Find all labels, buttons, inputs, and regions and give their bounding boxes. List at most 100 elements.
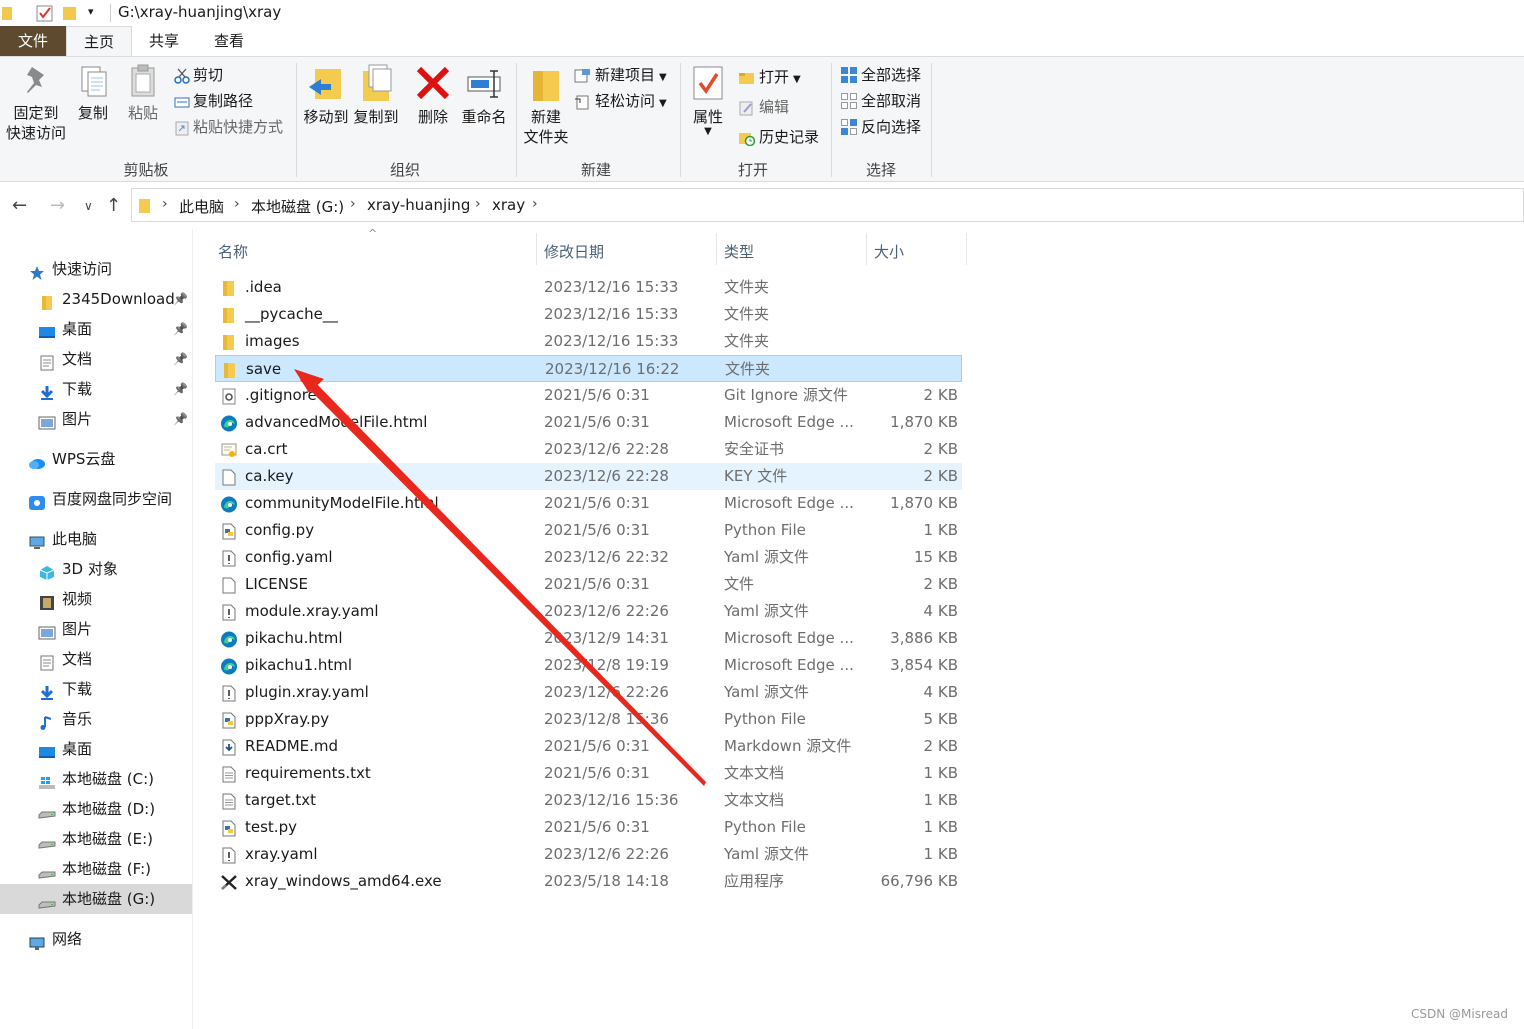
move-to-button[interactable]: 移动到 [302, 63, 350, 127]
easy-access-button[interactable]: 轻松访问 ▼ [574, 89, 667, 113]
nav-item[interactable]: 快速访问 [0, 254, 192, 284]
properties-button[interactable]: 属性 ▼ [686, 63, 730, 137]
nav-item[interactable]: 此电脑 [0, 524, 192, 554]
file-row[interactable]: target.txt 2023/12/16 15:36 文本文档 1 KB [215, 787, 962, 814]
nav-item[interactable]: 图片 📌 [0, 404, 192, 434]
column-resize-handle[interactable] [716, 233, 717, 265]
nav-item[interactable]: 百度网盘同步空间 [0, 484, 192, 514]
back-arrow-icon[interactable]: ← [12, 195, 27, 216]
tab-home[interactable]: 主页 [66, 26, 132, 56]
file-row[interactable]: plugin.xray.yaml 2023/12/6 22:26 Yaml 源文件 4… [215, 679, 962, 706]
nav-item[interactable]: 桌面 📌 [0, 314, 192, 344]
column-header-size[interactable]: 大小 [874, 241, 904, 262]
pin-icon[interactable]: 📌 [173, 344, 188, 374]
pin-icon[interactable]: 📌 [173, 374, 188, 404]
breadcrumb-separator-icon[interactable]: › [532, 196, 538, 212]
up-arrow-icon[interactable]: ↑ [106, 195, 121, 216]
copy-path-button[interactable]: 复制路径 [174, 89, 253, 113]
column-resize-handle[interactable] [536, 233, 537, 265]
file-row[interactable]: __pycache__ 2023/12/16 15:33 文件夹 [215, 301, 962, 328]
file-row[interactable]: ca.key 2023/12/6 22:28 KEY 文件 2 KB [215, 463, 962, 490]
nav-item[interactable]: 本地磁盘 (D:) [0, 794, 192, 824]
file-row[interactable]: module.xray.yaml 2023/12/6 22:26 Yaml 源文件 4… [215, 598, 962, 625]
file-row[interactable]: LICENSE 2021/5/6 0:31 文件 2 KB [215, 571, 962, 598]
breadcrumb-separator-icon[interactable]: › [234, 196, 240, 212]
breadcrumb-separator-icon[interactable]: › [350, 196, 356, 212]
cut-button[interactable]: 剪切 [174, 63, 223, 87]
nav-item[interactable]: 下载 [0, 674, 192, 704]
rename-button[interactable]: 重命名 [458, 63, 510, 127]
nav-item[interactable]: 图片 [0, 614, 192, 644]
breadcrumb-this-pc[interactable]: 此电脑 [179, 196, 224, 217]
nav-item[interactable]: 音乐 [0, 704, 192, 734]
file-row[interactable]: save 2023/12/16 16:22 文件夹 [215, 355, 962, 382]
copy-to-button[interactable]: 复制到 [352, 63, 400, 127]
select-all-button[interactable]: 全部选择 [840, 63, 921, 87]
file-row[interactable]: .idea 2023/12/16 15:33 文件夹 [215, 274, 962, 301]
nav-item[interactable]: 2345Download 📌 [0, 284, 192, 314]
file-row[interactable]: ca.crt 2023/12/6 22:28 安全证书 2 KB [215, 436, 962, 463]
nav-item[interactable]: 本地磁盘 (E:) [0, 824, 192, 854]
tab-file[interactable]: 文件 [0, 26, 66, 56]
delete-button[interactable]: 删除 [412, 63, 454, 127]
breadcrumb-separator-icon[interactable]: › [162, 196, 168, 212]
pin-to-quick-access-button[interactable]: 固定到 快速访问 [4, 63, 68, 143]
nav-item[interactable]: 文档 📌 [0, 344, 192, 374]
invert-selection-button[interactable]: 反向选择 [840, 115, 921, 139]
edit-button[interactable]: 编辑 [738, 95, 789, 119]
tab-share[interactable]: 共享 [132, 26, 196, 56]
file-row[interactable]: pikachu1.html 2023/12/8 19:19 Microsoft Ed… [215, 652, 962, 679]
new-folder-quick-icon[interactable] [62, 3, 78, 23]
file-row[interactable]: advancedModelFile.html 2021/5/6 0:31 Micro… [215, 409, 962, 436]
pin-icon[interactable]: 📌 [173, 404, 188, 434]
nav-item[interactable]: 本地磁盘 (F:) [0, 854, 192, 884]
open-button[interactable]: 打开 ▼ [738, 65, 801, 89]
file-row[interactable]: xray.yaml 2023/12/6 22:26 Yaml 源文件 1 KB [215, 841, 962, 868]
column-resize-handle[interactable] [966, 233, 967, 265]
nav-item[interactable]: 文档 [0, 644, 192, 674]
pin-icon[interactable]: 📌 [173, 314, 188, 344]
address-bar[interactable]: › 此电脑 › 本地磁盘 (G:) › xray-huanjing › xray… [131, 188, 1524, 222]
file-row[interactable]: .gitignore 2021/5/6 0:31 Git Ignore 源文件 2 K… [215, 382, 962, 409]
nav-item[interactable]: 网络 [0, 924, 192, 954]
tab-view[interactable]: 查看 [196, 26, 262, 56]
nav-item[interactable]: 视频 [0, 584, 192, 614]
column-header-type[interactable]: 类型 [724, 241, 754, 262]
nav-item[interactable]: 桌面 [0, 734, 192, 764]
pane-divider[interactable] [192, 229, 193, 1029]
new-item-button[interactable]: 新建项目 ▼ [574, 63, 667, 87]
history-button[interactable]: 历史记录 [738, 125, 819, 149]
file-row[interactable]: xray_windows_amd64.exe 2023/5/18 14:18 应用程… [215, 868, 962, 895]
forward-arrow-icon[interactable]: → [50, 195, 65, 216]
paste-button[interactable]: 粘贴 [122, 63, 164, 123]
column-header-modified[interactable]: 修改日期 [544, 241, 604, 262]
file-row[interactable]: test.py 2021/5/6 0:31 Python File 1 KB [215, 814, 962, 841]
file-row[interactable]: images 2023/12/16 15:33 文件夹 [215, 328, 962, 355]
recent-locations-chevron-icon[interactable]: ∨ [84, 199, 93, 213]
nav-item[interactable]: 本地磁盘 (G:) [0, 884, 192, 914]
pin-icon[interactable]: 📌 [173, 284, 188, 314]
nav-item[interactable]: WPS云盘 [0, 444, 192, 474]
file-row[interactable]: communityModelFile.html 2021/5/6 0:31 Micr… [215, 490, 962, 517]
breadcrumb-separator-icon[interactable]: › [475, 196, 481, 212]
file-row[interactable]: config.yaml 2023/12/6 22:32 Yaml 源文件 15 KB [215, 544, 962, 571]
properties-quick-icon[interactable] [36, 3, 54, 23]
file-row[interactable]: requirements.txt 2021/5/6 0:31 文本文档 1 KB [215, 760, 962, 787]
file-row[interactable]: pppXray.py 2023/12/8 15:36 Python File 5 KB [215, 706, 962, 733]
file-row[interactable]: config.py 2021/5/6 0:31 Python File 1 KB [215, 517, 962, 544]
copy-button[interactable]: 复制 [72, 63, 114, 123]
file-row[interactable]: pikachu.html 2023/12/9 14:31 Microsoft Edg… [215, 625, 962, 652]
nav-item[interactable]: 下载 📌 [0, 374, 192, 404]
nav-item[interactable]: 3D 对象 [0, 554, 192, 584]
column-header-name[interactable]: 名称 [218, 241, 248, 262]
breadcrumb-xray[interactable]: xray [492, 196, 525, 214]
customize-quick-access-icon[interactable]: ▾ [88, 5, 94, 25]
breadcrumb-xray-huanjing[interactable]: xray-huanjing [367, 196, 470, 214]
nav-item[interactable]: 本地磁盘 (C:) [0, 764, 192, 794]
paste-shortcut-button[interactable]: 粘贴快捷方式 [174, 115, 283, 139]
column-resize-handle[interactable] [866, 233, 867, 265]
file-row[interactable]: README.md 2021/5/6 0:31 Markdown 源文件 2 KB [215, 733, 962, 760]
new-folder-button[interactable]: 新建 文件夹 [520, 63, 572, 147]
breadcrumb-drive-g[interactable]: 本地磁盘 (G:) [251, 196, 344, 217]
select-none-button[interactable]: 全部取消 [840, 89, 921, 113]
